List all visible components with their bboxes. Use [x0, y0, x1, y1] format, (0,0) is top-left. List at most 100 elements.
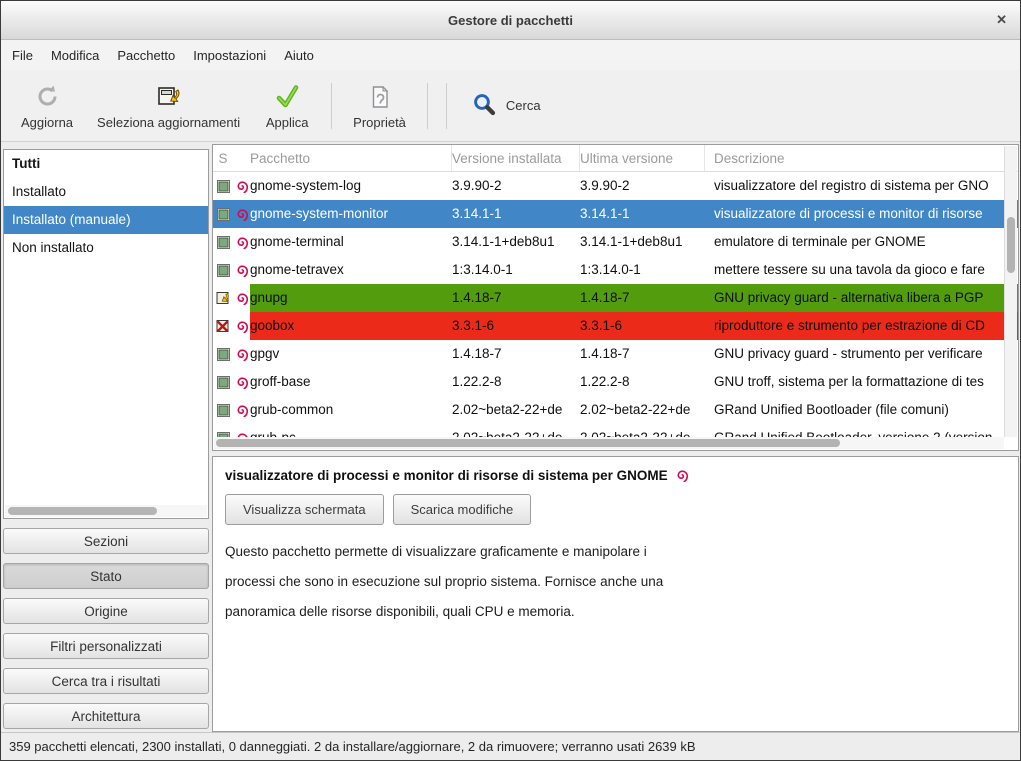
- package-status-icon: [213, 256, 233, 284]
- titlebar: Gestore di pacchetti ✕: [1, 1, 1020, 40]
- filter-item-non-installato[interactable]: Non installato: [4, 234, 208, 262]
- latest-version: 3.14.1-1+deb8u1: [580, 228, 705, 256]
- table-row[interactable]: gnome-system-log3.9.90-23.9.90-2visualiz…: [213, 172, 1018, 200]
- installed-version: 1:3.14.0-1: [452, 256, 580, 284]
- package-description: mettere tessere su una tavola da gioco e…: [705, 256, 1018, 284]
- filter-item-tutti[interactable]: Tutti: [4, 150, 208, 178]
- latest-version: 1:3.14.0-1: [580, 256, 705, 284]
- status-text: 359 pacchetti elencati, 2300 installati,…: [9, 739, 696, 754]
- sidebar-button-sezioni[interactable]: Sezioni: [3, 528, 209, 554]
- description-line: panoramica delle risorse disponibili, qu…: [225, 597, 1006, 627]
- package-description: GNU privacy guard - alternativa libera a…: [705, 284, 1018, 312]
- debian-swirl-icon: [233, 256, 250, 284]
- latest-version: 1.22.2-8: [580, 368, 705, 396]
- filter-category-buttons: Sezioni Stato Origine Filtri personalizzati…: [3, 528, 209, 729]
- filter-item-installato-manuale[interactable]: Installato (manuale): [4, 206, 208, 234]
- toolbar-button-seleziona-aggiornamenti[interactable]: Seleziona aggiornamenti: [85, 78, 252, 134]
- package-description: emulatore di terminale per GNOME: [705, 228, 1018, 256]
- package-name: groff-base: [250, 368, 452, 396]
- latest-version: 3.14.1-1: [580, 200, 705, 228]
- column-header-installed-version[interactable]: Versione installata: [452, 145, 580, 171]
- latest-version: 1.4.18-7: [580, 284, 705, 312]
- installed-version: 1.22.2-8: [452, 368, 580, 396]
- scrollbar-thumb[interactable]: [216, 439, 840, 447]
- mark-upgrades-icon: [155, 82, 183, 112]
- package-status-icon: [213, 368, 233, 396]
- menubar: FileModificaPacchettoImpostazioniAiuto: [1, 40, 1020, 70]
- package-name: gnome-system-monitor: [250, 200, 452, 228]
- table-row[interactable]: grub-common2.02~beta2-22+de2.02~beta2-22…: [213, 396, 1018, 424]
- search-button[interactable]: Cerca: [460, 84, 553, 128]
- table-vertical-scrollbar[interactable]: [1004, 146, 1017, 437]
- menu-modifica[interactable]: Modifica: [42, 43, 108, 68]
- package-description: visualizzatore del registro di sistema p…: [705, 172, 1018, 200]
- toolbar-button-applica[interactable]: Applica: [252, 78, 322, 134]
- table-row[interactable]: gnupg1.4.18-71.4.18-7GNU privacy guard -…: [213, 284, 1018, 312]
- filter-list-horizontal-scrollbar[interactable]: [5, 505, 207, 517]
- installed-version: 3.9.90-2: [452, 172, 580, 200]
- debian-swirl-icon: [233, 228, 250, 256]
- table-row[interactable]: gpgv1.4.18-71.4.18-7GNU privacy guard - …: [213, 340, 1018, 368]
- sidebar-button-origine[interactable]: Origine: [3, 598, 209, 624]
- details-title: visualizzatore di processi e monitor di …: [225, 468, 1006, 483]
- package-name: gnome-terminal: [250, 228, 452, 256]
- scrollbar-thumb[interactable]: [1007, 217, 1015, 273]
- table-header[interactable]: S PacchettoVersione installataUltima vers…: [213, 145, 1018, 172]
- toolbar-button-label: Applica: [266, 115, 309, 130]
- apply-checkmark-icon: [273, 82, 301, 112]
- sidebar-button-cerca-tra-i-risultati[interactable]: Cerca tra i risultati: [3, 668, 209, 694]
- column-header-status[interactable]: S: [213, 145, 233, 171]
- details-button-visualizza-schermata[interactable]: Visualizza schermata: [225, 494, 384, 525]
- filter-item-installato[interactable]: Installato: [4, 178, 208, 206]
- installed-version: 3.14.1-1: [452, 200, 580, 228]
- sidebar-button-stato[interactable]: Stato: [3, 563, 209, 589]
- installed-version: 3.3.1-6: [452, 312, 580, 340]
- properties-document-icon: [367, 82, 393, 112]
- package-status-icon: [213, 396, 233, 424]
- debian-swirl-icon: [233, 396, 250, 424]
- toolbar-separator: [331, 83, 332, 129]
- close-icon[interactable]: ✕: [996, 12, 1007, 28]
- debian-swirl-icon: [233, 312, 250, 340]
- package-description: riproduttore e strumento per estrazione …: [705, 312, 1018, 340]
- main-area: TuttiInstallatoInstallato (manuale)Non i…: [1, 143, 1020, 732]
- menu-aiuto[interactable]: Aiuto: [275, 43, 323, 68]
- toolbar-button-propriet[interactable]: Proprietà: [341, 78, 418, 134]
- column-header-description[interactable]: Descrizione: [705, 145, 1018, 171]
- column-header-package[interactable]: Pacchetto: [250, 145, 452, 171]
- package-status-icon: [213, 172, 233, 200]
- debian-swirl-icon: [233, 368, 250, 396]
- statusbar: 359 pacchetti elencati, 2300 installati,…: [1, 732, 1020, 760]
- details-title-text: visualizzatore di processi e monitor di …: [225, 468, 668, 483]
- menu-file[interactable]: File: [3, 43, 42, 68]
- table-row[interactable]: groff-base1.22.2-81.22.2-8GNU troff, sis…: [213, 368, 1018, 396]
- menu-impostazioni[interactable]: Impostazioni: [184, 43, 275, 68]
- table-row[interactable]: gnome-tetravex1:3.14.0-11:3.14.0-1metter…: [213, 256, 1018, 284]
- details-description: Questo pacchetto permette di visualizzar…: [225, 537, 1006, 627]
- menu-pacchetto[interactable]: Pacchetto: [108, 43, 184, 68]
- sidebar-button-filtri-personalizzati[interactable]: Filtri personalizzati: [3, 633, 209, 659]
- refresh-icon: [34, 82, 61, 112]
- package-status-icon: [213, 340, 233, 368]
- latest-version: 3.9.90-2: [580, 172, 705, 200]
- toolbar-button-label: Seleziona aggiornamenti: [97, 115, 240, 130]
- column-header-supported[interactable]: [233, 145, 250, 171]
- sidebar-button-architettura[interactable]: Architettura: [3, 703, 209, 729]
- toolbar-button-aggiorna[interactable]: Aggiorna: [9, 78, 85, 134]
- package-description: visualizzatore di processi e monitor di …: [705, 200, 1018, 228]
- column-header-latest-version[interactable]: Ultima versione: [580, 145, 705, 171]
- package-status-icon: [213, 200, 233, 228]
- table-body: gnome-system-log3.9.90-23.9.90-2visualiz…: [213, 172, 1018, 451]
- latest-version: 3.3.1-6: [580, 312, 705, 340]
- scrollbar-thumb[interactable]: [8, 507, 157, 515]
- table-row[interactable]: goobox3.3.1-63.3.1-6riproduttore e strum…: [213, 312, 1018, 340]
- package-details-panel: visualizzatore di processi e monitor di …: [212, 456, 1019, 732]
- package-name: grub-common: [250, 396, 452, 424]
- debian-swirl-icon: [233, 284, 250, 312]
- details-button-scarica-modifiche[interactable]: Scarica modifiche: [393, 494, 532, 525]
- description-line: processi che sono in esecuzione sul prop…: [225, 567, 1006, 597]
- table-row[interactable]: gnome-terminal3.14.1-1+deb8u13.14.1-1+de…: [213, 228, 1018, 256]
- table-horizontal-scrollbar[interactable]: [214, 437, 1004, 449]
- filter-list: TuttiInstallatoInstallato (manuale)Non i…: [3, 149, 209, 519]
- table-row[interactable]: gnome-system-monitor3.14.1-13.14.1-1visu…: [213, 200, 1018, 228]
